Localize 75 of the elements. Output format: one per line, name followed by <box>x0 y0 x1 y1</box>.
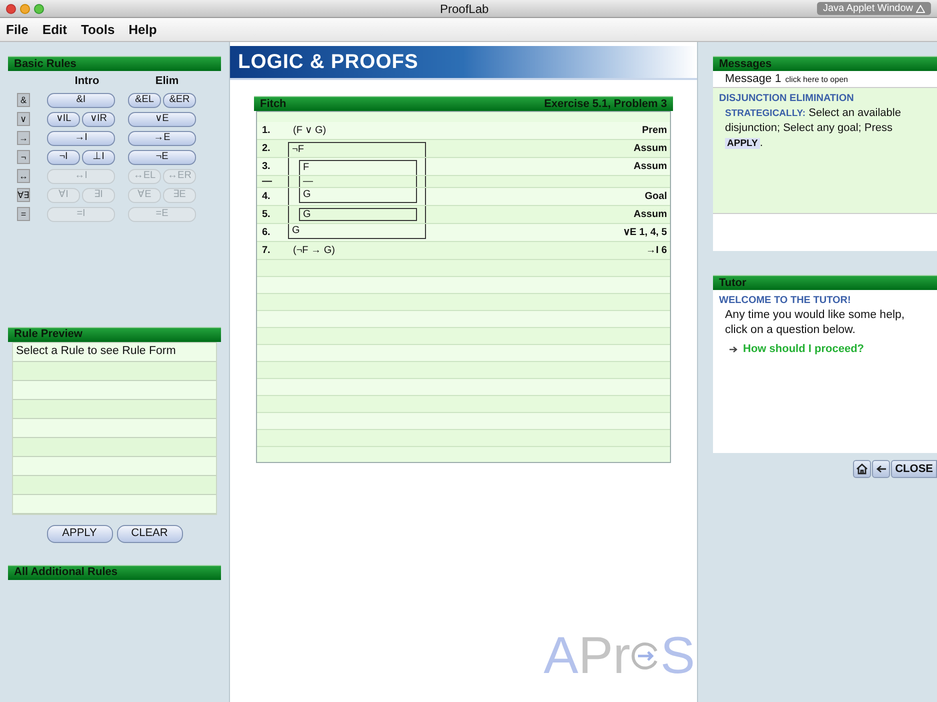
formula-text: (¬F → G) <box>292 246 335 256</box>
line-number: 6. <box>262 228 272 238</box>
back-button[interactable] <box>872 460 890 478</box>
justification: →I 6 <box>646 246 668 256</box>
panel-title: Messages <box>719 58 772 70</box>
message-heading: DISJUNCTION ELIMINATION <box>719 92 855 106</box>
rule-button[interactable]: &EL <box>128 92 161 108</box>
rule-button[interactable]: &ER <box>163 92 196 108</box>
panel-title: Rule Preview <box>14 329 82 340</box>
line-number: — <box>262 176 273 186</box>
line-number: 1. <box>262 126 272 136</box>
formula-text: — <box>302 176 313 186</box>
strategy-text: STRATEGICALLY: Select an available disjunction; Select any goal; Press APPLY . <box>724 106 902 151</box>
justification: ∨E 1, 4, 5 <box>622 228 668 238</box>
message-hint[interactable]: click here to open <box>785 74 848 86</box>
formula-text: G <box>291 226 300 236</box>
line-number: 7. <box>262 246 272 256</box>
rule-button[interactable]: ∨IR <box>82 112 115 126</box>
zoom-window-button[interactable] <box>34 4 44 14</box>
brand-logo: APr S <box>544 630 695 682</box>
action-button[interactable]: APPLY <box>46 524 112 542</box>
rule-button[interactable]: →E <box>128 130 196 146</box>
back-arrow-icon <box>876 465 887 473</box>
line-number: 2. <box>262 144 272 154</box>
rule-button[interactable]: &I <box>47 92 115 108</box>
rule-button[interactable]: ¬E <box>128 150 196 164</box>
menu-item[interactable]: Edit <box>42 20 67 40</box>
rule-button[interactable]: ¬I <box>47 150 80 164</box>
line-number: 4. <box>262 192 272 202</box>
warning-icon <box>916 4 925 12</box>
line-number: 5. <box>262 210 272 220</box>
rule-preview-text: Select a Rule to see Rule Form <box>16 344 176 359</box>
justification: Assum <box>634 210 668 220</box>
formula-text: G <box>302 210 311 220</box>
message-title[interactable]: Message 1 <box>725 71 782 88</box>
justification: Assum <box>634 144 668 154</box>
panel-title: Fitch <box>260 98 286 110</box>
rule-button[interactable]: →I <box>47 130 115 146</box>
connective-key[interactable]: ∨ <box>17 112 30 126</box>
connective-key[interactable]: → <box>17 131 30 145</box>
rule-button[interactable]: ∨E <box>128 112 196 126</box>
formula-text: G <box>302 190 311 200</box>
arrow-circle-icon <box>630 641 660 671</box>
tutor-text: Any time you would like some help, click on a question below. <box>724 308 906 338</box>
intro-heading: Intro <box>74 74 100 89</box>
close-button[interactable]: CLOSE <box>891 460 937 478</box>
action-button[interactable]: CLEAR <box>116 524 182 542</box>
minimize-window-button[interactable] <box>20 4 30 14</box>
home-button[interactable] <box>853 460 872 478</box>
connective-key[interactable]: & <box>17 93 30 107</box>
justification: Prem <box>642 126 668 136</box>
menu-item[interactable]: Tools <box>80 20 115 40</box>
menu-item[interactable]: File <box>6 20 28 40</box>
banner-title: LOGIC & PROOFS <box>238 52 418 72</box>
exercise-label: Exercise 5.1, Problem 3 <box>544 98 667 110</box>
menu-item[interactable]: Help <box>128 20 157 40</box>
connective-key[interactable]: ¬ <box>17 150 30 164</box>
panel-title: Tutor <box>719 278 746 288</box>
tutor-heading: WELCOME TO THE TUTOR! <box>719 294 852 308</box>
formula-text: F <box>302 163 310 173</box>
line-number: 3. <box>262 162 272 172</box>
panel-title: Basic Rules <box>14 58 76 70</box>
arrow-icon <box>729 346 738 353</box>
justification: Assum <box>634 162 668 172</box>
applet-label: Java Applet Window <box>816 2 931 15</box>
rule-button[interactable]: ⊥I <box>82 150 115 164</box>
home-icon <box>856 463 868 475</box>
panel-title: All Additional Rules <box>14 567 118 578</box>
formula-text: ¬F <box>291 145 304 155</box>
window-title: ProofLab <box>440 2 489 14</box>
elim-heading: Elim <box>154 74 180 89</box>
formula-text: (F ∨ G) <box>292 126 326 136</box>
close-window-button[interactable] <box>6 4 16 14</box>
justification: Goal <box>644 192 668 202</box>
rule-button[interactable]: ∨IL <box>47 112 80 126</box>
